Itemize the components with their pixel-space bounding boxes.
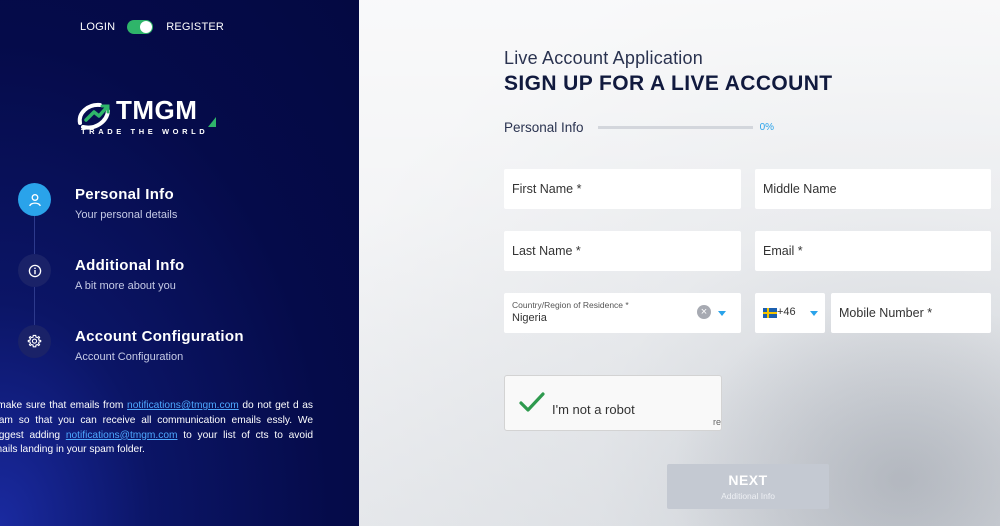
step-subtitle: Your personal details: [75, 209, 178, 221]
email-placeholder: Email *: [763, 244, 803, 258]
captcha-brand-text: re: [713, 417, 722, 427]
phone-code-select[interactable]: +46: [755, 293, 825, 333]
phone-code-value: +46: [777, 306, 796, 318]
brand-name: TMGM: [116, 95, 198, 125]
next-button[interactable]: NEXT Additional Info: [667, 464, 829, 509]
step-connector: [34, 287, 35, 325]
application-title: Live Account Application: [504, 48, 703, 68]
next-button-label: NEXT: [728, 472, 768, 488]
section-label: Personal Info: [504, 120, 584, 135]
step-title: Account Configuration: [75, 328, 244, 345]
last-name-placeholder: Last Name *: [512, 244, 581, 258]
last-name-field[interactable]: Last Name *: [504, 231, 741, 271]
progress-percent: 0%: [759, 122, 775, 133]
next-button-sublabel: Additional Info: [721, 491, 775, 501]
clear-icon[interactable]: ×: [697, 305, 711, 319]
country-value: Nigeria: [512, 312, 547, 324]
brand-logo: TMGM TRADE THE WORLD: [74, 95, 224, 139]
info-icon: [18, 254, 51, 287]
progress-row: Personal Info 0%: [504, 120, 774, 135]
middle-name-placeholder: Middle Name: [763, 182, 837, 196]
captcha-label: I'm not a robot: [552, 402, 635, 417]
middle-name-field[interactable]: Middle Name: [755, 169, 991, 209]
notice-email-link-2[interactable]: notifications@tmgm.com: [66, 430, 178, 441]
step-subtitle: A bit more about you: [75, 280, 176, 292]
login-register-switch[interactable]: [127, 20, 154, 34]
country-select[interactable]: Country/Region of Residence * Nigeria ×: [504, 293, 741, 333]
sidebar: LOGIN REGISTER TMGM TRADE THE WORLD Pers…: [0, 0, 359, 526]
progress-bar: [597, 126, 753, 129]
logo-accent-icon: [208, 117, 216, 127]
register-label[interactable]: REGISTER: [166, 21, 224, 33]
first-name-field[interactable]: First Name *: [504, 169, 741, 209]
switch-knob: [140, 21, 153, 33]
mobile-number-placeholder: Mobile Number *: [839, 306, 933, 320]
step-title: Additional Info: [75, 257, 185, 274]
checkmark-icon[interactable]: [519, 392, 545, 414]
email-field[interactable]: Email *: [755, 231, 991, 271]
brand-tagline: TRADE THE WORLD: [81, 127, 209, 136]
mobile-number-field[interactable]: Mobile Number *: [831, 293, 991, 333]
notice-text-1: e make sure that emails from: [0, 400, 128, 411]
chevron-down-icon[interactable]: [718, 311, 726, 316]
auth-toggle: LOGIN REGISTER: [80, 20, 224, 34]
chevron-down-icon[interactable]: [810, 311, 818, 316]
step-title: Personal Info: [75, 186, 174, 203]
user-icon: [18, 183, 51, 216]
email-notice: e make sure that emails from notificatio…: [0, 399, 313, 458]
form-panel: Live Account Application SIGN UP FOR A L…: [359, 0, 1000, 526]
country-label: Country/Region of Residence *: [512, 300, 629, 310]
login-label[interactable]: LOGIN: [80, 21, 115, 33]
sweden-flag-icon: [763, 308, 777, 318]
gear-icon: [18, 325, 51, 358]
page-title: SIGN UP FOR A LIVE ACCOUNT: [504, 72, 833, 95]
step-connector: [34, 216, 35, 254]
first-name-placeholder: First Name *: [512, 182, 582, 196]
step-subtitle: Account Configuration: [75, 351, 184, 363]
notice-email-link[interactable]: notifications@tmgm.com: [127, 400, 239, 411]
recaptcha-widget[interactable]: I'm not a robot re: [504, 375, 722, 431]
